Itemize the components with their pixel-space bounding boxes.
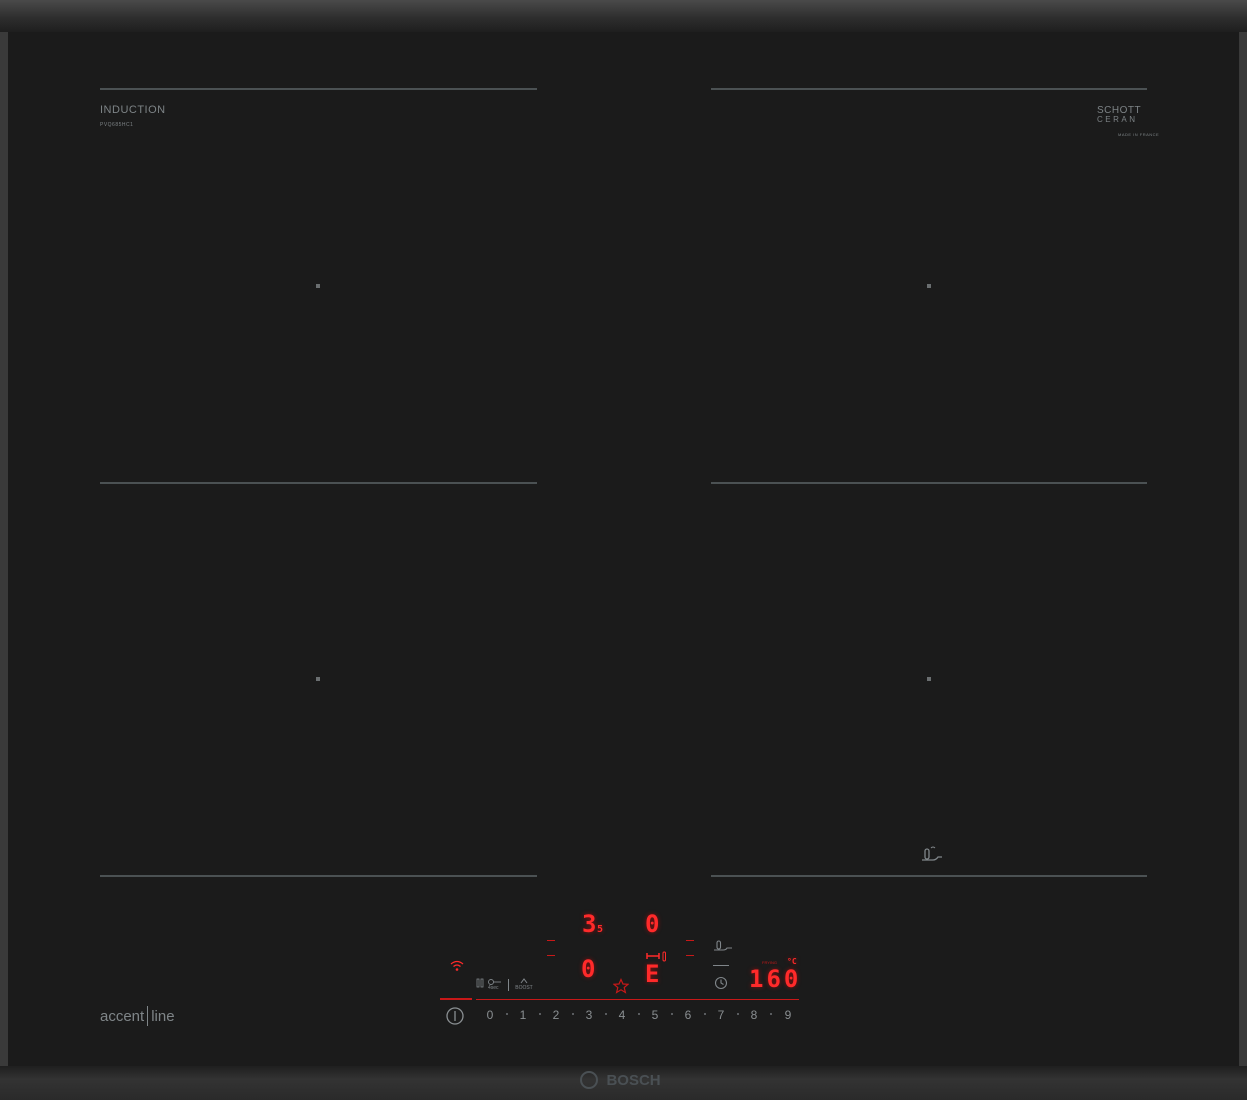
bosch-logo-icon: [580, 1071, 598, 1089]
power-level-8[interactable]: 8: [747, 1008, 761, 1022]
ceran-logo: CERAN: [1097, 115, 1138, 124]
pan-sensor-icon: [922, 846, 942, 861]
display-rear-right: 0: [645, 910, 660, 938]
power-level-1[interactable]: 1: [516, 1008, 530, 1022]
display-front-right: E: [645, 960, 660, 988]
zone-line-front-left: [100, 875, 537, 877]
bosch-logo: BOSCH: [580, 1071, 661, 1091]
zone-center-rear-left: [316, 284, 320, 288]
boost-icon: [520, 978, 528, 984]
series-logo-divider: [147, 1006, 149, 1026]
zone-line-front-right: [711, 875, 1147, 877]
power-level-3[interactable]: 3: [582, 1008, 596, 1022]
display-rear-left: 3: [582, 910, 597, 938]
power-indicator-line: [440, 998, 472, 1000]
slider-separator: [737, 1013, 739, 1015]
series-logo: accent line: [100, 1006, 175, 1026]
cooktop-frame-top: [0, 0, 1247, 32]
slider-separator: [605, 1013, 607, 1015]
move-icon[interactable]: [645, 950, 671, 964]
lock-duration-label: 4sec: [488, 985, 499, 991]
timer-divider: [713, 965, 729, 966]
zone-center-front-left: [316, 677, 320, 681]
zone-line-middle-right: [711, 482, 1147, 484]
power-level-7[interactable]: 7: [714, 1008, 728, 1022]
clock-icon[interactable]: [714, 976, 728, 990]
zone-center-front-right: [927, 677, 931, 681]
slider-separator: [770, 1013, 772, 1015]
display-rear-left-decimal: 5: [597, 924, 604, 935]
power-level-6[interactable]: 6: [681, 1008, 695, 1022]
induction-label: INDUCTION: [100, 104, 166, 116]
frying-sensor-button[interactable]: [713, 938, 733, 956]
zone-selector-left[interactable]: [547, 940, 555, 956]
power-level-5[interactable]: 5: [648, 1008, 662, 1022]
series-logo-line: line: [151, 1008, 175, 1025]
slider-indicator-line: [476, 999, 799, 1000]
zone-selector-right[interactable]: [686, 940, 694, 956]
zone-line-rear-right: [711, 88, 1147, 90]
panel-divider: [508, 979, 509, 991]
display-front-left: 0: [581, 955, 596, 983]
slider-separator: [704, 1013, 706, 1015]
slider-separator: [539, 1013, 541, 1015]
wifi-icon[interactable]: [450, 960, 464, 972]
boost-button[interactable]: BOOST: [512, 978, 536, 994]
boost-label: BOOST: [515, 985, 533, 991]
made-in-label: MADE IN FRANCE: [1118, 132, 1160, 137]
power-level-9[interactable]: 9: [781, 1008, 795, 1022]
series-logo-accent: accent: [100, 1008, 145, 1025]
slider-separator: [671, 1013, 673, 1015]
lock-button[interactable]: 4sec: [476, 978, 506, 994]
power-icon[interactable]: [445, 1006, 465, 1026]
power-level-0[interactable]: 0: [483, 1008, 497, 1022]
slider-separator: [506, 1013, 508, 1015]
zone-center-rear-right: [927, 284, 931, 288]
star-icon[interactable]: [613, 978, 629, 994]
zone-line-middle-left: [100, 482, 537, 484]
bosch-logo-text: BOSCH: [606, 1072, 661, 1089]
power-level-2[interactable]: 2: [549, 1008, 563, 1022]
slider-separator: [638, 1013, 640, 1015]
temperature-display: 160: [749, 965, 802, 993]
cooktop: [0, 0, 1247, 1100]
slider-separator: [572, 1013, 574, 1015]
power-level-4[interactable]: 4: [615, 1008, 629, 1022]
zone-line-rear-left: [100, 88, 537, 90]
model-label: PVQ685HC1: [100, 122, 134, 128]
